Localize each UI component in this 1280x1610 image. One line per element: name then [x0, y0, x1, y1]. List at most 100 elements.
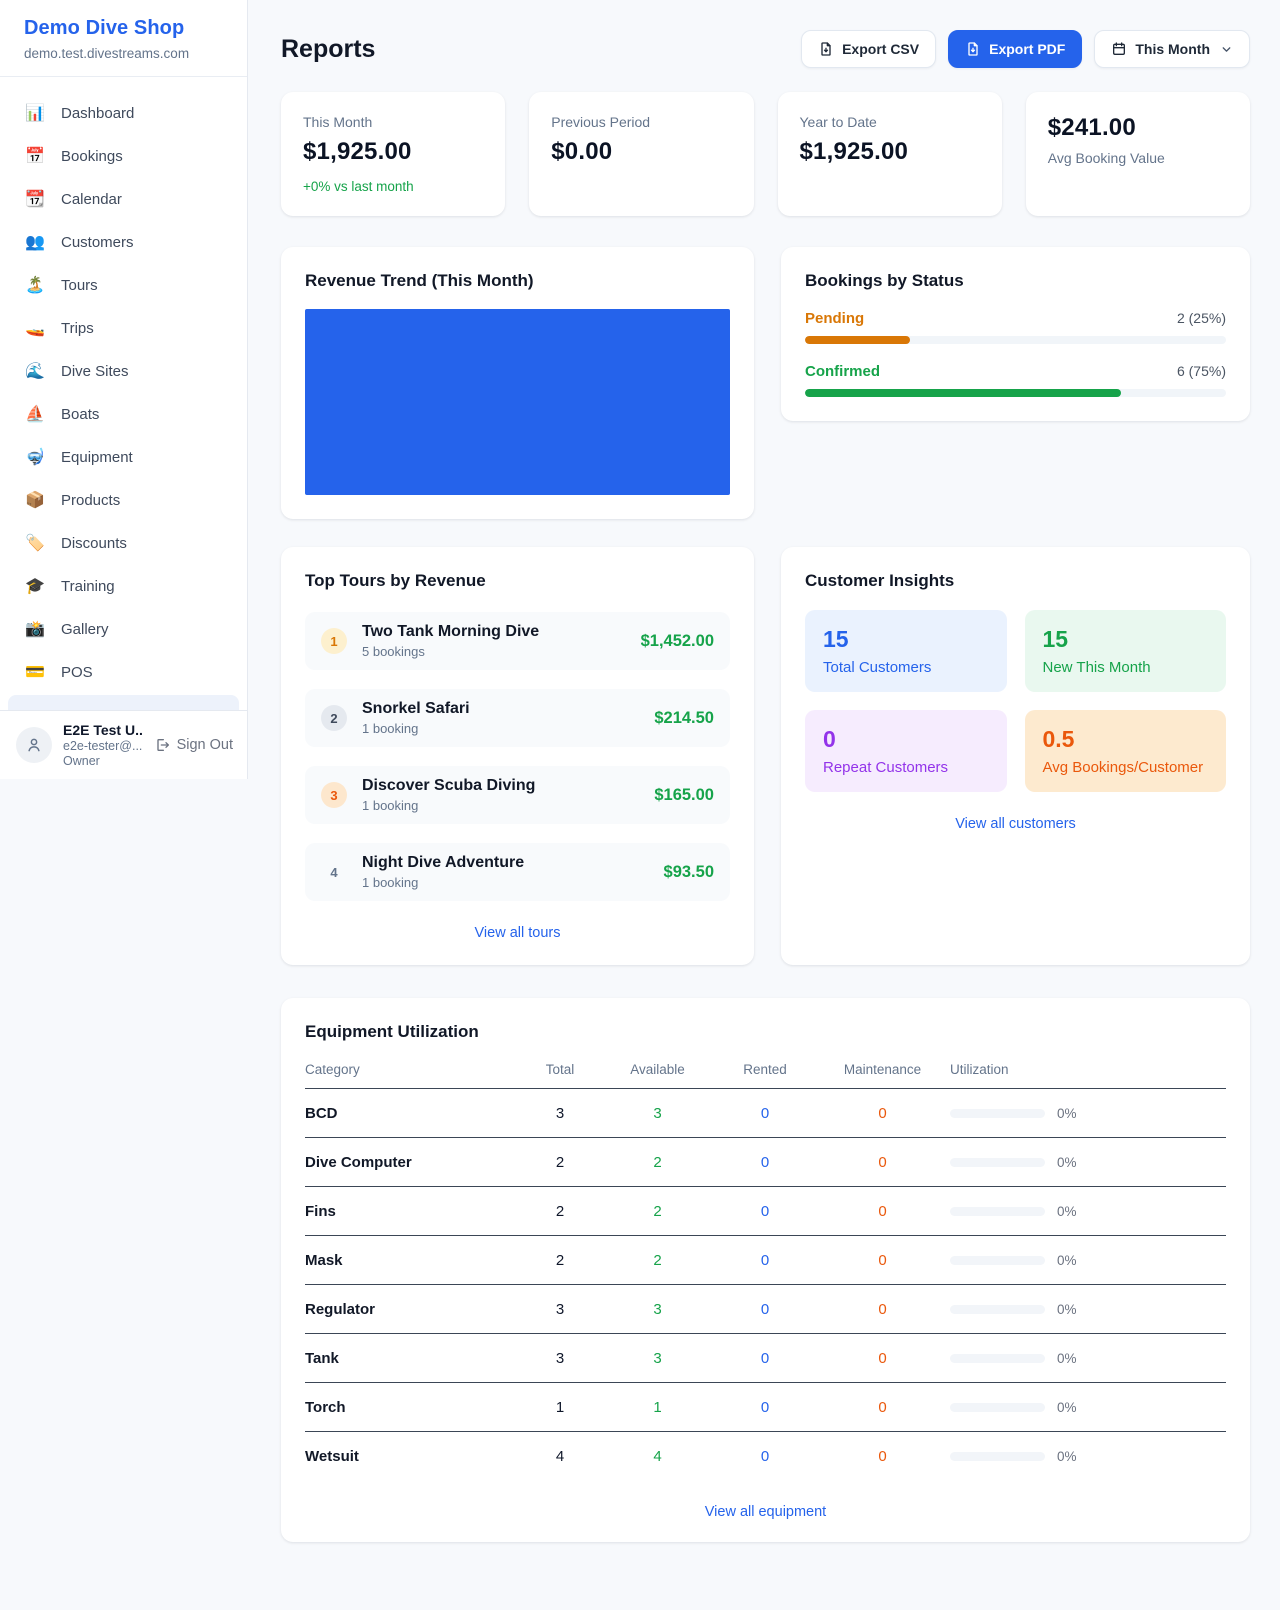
cell-total: 3: [520, 1285, 600, 1334]
sidebar-item-trips[interactable]: 🚤 Trips: [8, 308, 239, 348]
cell-maintenance: 0: [815, 1334, 950, 1383]
tour-amount: $165.00: [654, 786, 714, 805]
sidebar-item-training[interactable]: 🎓 Training: [8, 566, 239, 606]
cell-maintenance: 0: [815, 1187, 950, 1236]
status-label: Pending: [805, 310, 864, 327]
file-download-icon: [965, 41, 981, 57]
sidebar-item-bookings[interactable]: 📅 Bookings: [8, 136, 239, 176]
col-header-rented: Rented: [715, 1048, 815, 1089]
shop-name: Demo Dive Shop: [24, 17, 223, 40]
main-content: Reports Export CSV Export PDF: [248, 0, 1280, 1582]
progress-track: [805, 389, 1226, 397]
view-all-customers-link[interactable]: View all customers: [805, 816, 1226, 832]
page-title: Reports: [281, 35, 375, 64]
sidebar-item-label: Gallery: [61, 621, 109, 638]
cell-total: 2: [520, 1236, 600, 1285]
tour-row: 2 Snorkel Safari 1 booking $214.50: [305, 689, 730, 747]
credit-card-icon: 💳: [24, 662, 46, 682]
sidebar-user-footer: E2E Test U... e2e-tester@... Owner Sign …: [0, 710, 247, 779]
tile-label: New This Month: [1043, 659, 1209, 676]
sidebar-item-dive-sites[interactable]: 🌊 Dive Sites: [8, 351, 239, 391]
cell-available: 4: [600, 1432, 715, 1481]
sidebar-item-gallery[interactable]: 📸 Gallery: [8, 609, 239, 649]
sidebar-item-label: Dashboard: [61, 105, 134, 122]
stat-label: Previous Period: [551, 114, 731, 130]
sidebar-item-calendar[interactable]: 📆 Calendar: [8, 179, 239, 219]
tour-bookings: 1 booking: [362, 798, 535, 813]
export-pdf-button[interactable]: Export PDF: [948, 30, 1082, 68]
cell-maintenance: 0: [815, 1236, 950, 1285]
tour-name: Two Tank Morning Dive: [362, 623, 539, 641]
avatar: [16, 727, 52, 763]
export-csv-button[interactable]: Export CSV: [801, 30, 936, 68]
stat-label: Year to Date: [800, 114, 980, 130]
file-download-icon: [818, 41, 834, 57]
sidebar-item-label: Customers: [61, 234, 134, 251]
brand-block: Demo Dive Shop demo.test.divestreams.com: [0, 0, 247, 77]
cell-maintenance: 0: [815, 1383, 950, 1432]
sidebar-item-dashboard[interactable]: 📊 Dashboard: [8, 93, 239, 133]
sign-out-button[interactable]: Sign Out: [154, 737, 233, 753]
sidebar-item-pos[interactable]: 💳 POS: [8, 652, 239, 692]
period-dropdown[interactable]: This Month: [1094, 30, 1250, 68]
tour-bookings: 1 booking: [362, 721, 470, 736]
utilization-percent: 0%: [1057, 1351, 1077, 1366]
tour-amount: $1,452.00: [641, 632, 714, 651]
cell-total: 4: [520, 1432, 600, 1481]
tour-bookings: 1 booking: [362, 875, 524, 890]
sidebar-item-label: Boats: [61, 406, 99, 423]
page-header: Reports Export CSV Export PDF: [281, 30, 1250, 68]
sidebar-item-discounts[interactable]: 🏷️ Discounts: [8, 523, 239, 563]
table-row: Mask 2 2 0 0 0%: [305, 1236, 1226, 1285]
sidebar-item-tours[interactable]: 🏝️ Tours: [8, 265, 239, 305]
utilization-bar: [950, 1109, 1045, 1118]
equipment-table: Category Total Available Rented Maintena…: [305, 1048, 1226, 1480]
sidebar-item-products[interactable]: 📦 Products: [8, 480, 239, 520]
period-label: This Month: [1135, 41, 1210, 57]
cell-maintenance: 0: [815, 1285, 950, 1334]
tile-value: 15: [1043, 626, 1209, 653]
cell-maintenance: 0: [815, 1089, 950, 1138]
table-row: Wetsuit 4 4 0 0 0%: [305, 1432, 1226, 1481]
sidebar-item-equipment[interactable]: 🤿 Equipment: [8, 437, 239, 477]
cell-category: Tank: [305, 1334, 520, 1383]
utilization-percent: 0%: [1057, 1155, 1077, 1170]
island-icon: 🏝️: [24, 275, 46, 295]
sidebar-item-label: Dive Sites: [61, 363, 129, 380]
utilization-percent: 0%: [1057, 1302, 1077, 1317]
utilization-percent: 0%: [1057, 1400, 1077, 1415]
stat-label: This Month: [303, 114, 483, 130]
progress-track: [805, 336, 1226, 344]
sidebar-item-reports-partial[interactable]: [8, 695, 239, 710]
package-icon: 📦: [24, 490, 46, 510]
cell-available: 3: [600, 1089, 715, 1138]
cell-available: 1: [600, 1383, 715, 1432]
sidebar-item-boats[interactable]: ⛵ Boats: [8, 394, 239, 434]
utilization-percent: 0%: [1057, 1106, 1077, 1121]
insights-row: Top Tours by Revenue 1 Two Tank Morning …: [281, 547, 1250, 965]
view-all-tours-link[interactable]: View all tours: [305, 925, 730, 941]
status-label: Confirmed: [805, 363, 880, 380]
rank-badge: 1: [321, 628, 347, 654]
customers-icon: 👥: [24, 232, 46, 252]
sidebar-item-label: Bookings: [61, 148, 123, 165]
speedboat-icon: 🚤: [24, 318, 46, 338]
tag-icon: 🏷️: [24, 533, 46, 553]
cell-rented: 0: [715, 1187, 815, 1236]
header-actions: Export CSV Export PDF This Month: [801, 30, 1250, 68]
tour-row: 4 Night Dive Adventure 1 booking $93.50: [305, 843, 730, 901]
view-all-equipment-link[interactable]: View all equipment: [305, 1504, 1226, 1520]
tour-name: Night Dive Adventure: [362, 854, 524, 872]
calendar-outline-icon: [1111, 41, 1127, 57]
status-row-confirmed: Confirmed 6 (75%): [805, 363, 1226, 397]
cell-rented: 0: [715, 1334, 815, 1383]
table-row: Dive Computer 2 2 0 0 0%: [305, 1138, 1226, 1187]
utilization-percent: 0%: [1057, 1204, 1077, 1219]
tour-bookings: 5 bookings: [362, 644, 539, 659]
status-count: 6 (75%): [1177, 363, 1226, 379]
cell-total: 2: [520, 1138, 600, 1187]
sidebar-item-customers[interactable]: 👥 Customers: [8, 222, 239, 262]
cell-total: 3: [520, 1089, 600, 1138]
charts-row: Revenue Trend (This Month) Bookings by S…: [281, 247, 1250, 519]
tile-value: 0: [823, 726, 989, 753]
